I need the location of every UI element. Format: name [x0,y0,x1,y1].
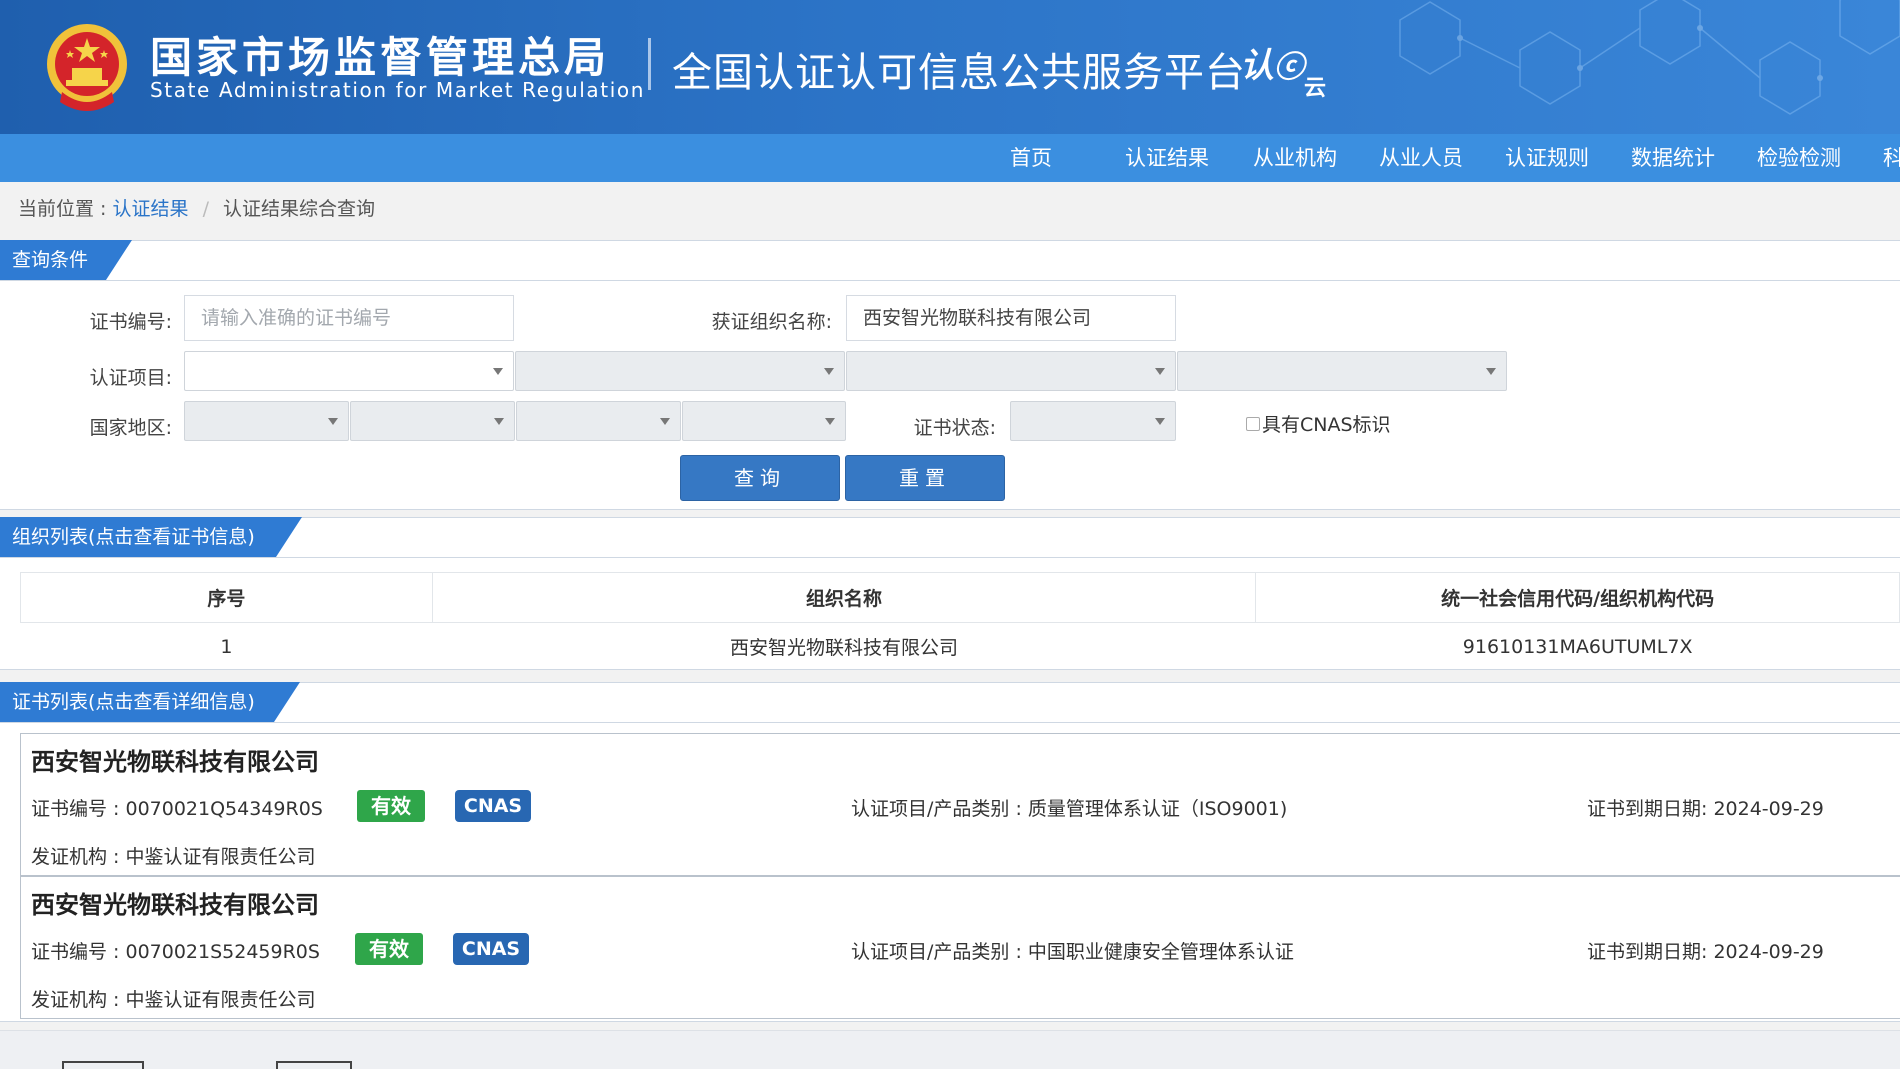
qr-code-icon [276,1061,352,1069]
search-button[interactable]: 查询 [680,455,840,501]
query-section-title: 查询条件 [0,240,132,280]
org-table-header-row: 序号 组织名称 统一社会信用代码/组织机构代码 [20,572,1900,623]
col-header-index: 序号 [20,572,433,623]
cert-list-section-title: 证书列表(点击查看详细信息) [0,682,300,722]
breadcrumb-current: 认证结果综合查询 [223,198,376,220]
panel-divider [0,280,1900,281]
org-name-input[interactable]: 西安智光物联科技有限公司 [846,295,1176,341]
breadcrumb: 当前位置 : 认证结果 / 认证结果综合查询 [18,194,375,221]
panel-divider [0,557,1900,558]
query-panel: 查询条件 证书编号: 获证组织名称: 西安智光物联科技有限公司 认证项目: 国家… [0,240,1900,510]
cnas-checkbox-label: 具有CNAS标识 [1262,414,1391,436]
org-table: 序号 组织名称 统一社会信用代码/组织机构代码 1 西安智光物联科技有限公司 9… [20,572,1900,671]
nav-item-institutions[interactable]: 从业机构 [1253,134,1379,182]
chevron-down-icon [494,418,504,425]
main-nav: 首页 认证结果 从业机构 从业人员 认证规则 数据统计 检验检测 科技 [0,134,1900,182]
region-select-2[interactable] [350,401,515,441]
breadcrumb-link-cert-results[interactable]: 认证结果 [113,198,189,220]
renyun-logo: 认ⓒ云 [1240,38,1326,101]
row-index: 1 [220,635,233,658]
org-list-section-title: 组织列表(点击查看证书信息) [0,517,302,557]
cert-card[interactable]: 西安智光物联科技有限公司 证书编号 : 0070021S52459R0S 有效 … [20,876,1900,1019]
cnas-checkbox-wrap[interactable]: 具有CNAS标识 [1246,410,1391,437]
cert-number: 证书编号 : 0070021S52459R0S [31,941,320,963]
region-select-3[interactable] [516,401,681,441]
nav-item-cert-results[interactable]: 认证结果 [1125,134,1253,182]
national-emblem-icon [47,24,127,111]
cert-expire-date: 证书到期日期: 2024-09-29 [1587,798,1824,820]
panel-divider [0,722,1900,723]
cert-issuer: 发证机构 : 中鉴认证有限责任公司 [31,989,316,1011]
status-badge-valid: 有效 [355,933,423,965]
agency-name-cn: 国家市场监督管理总局 [150,33,611,82]
nav-item-rules[interactable]: 认证规则 [1505,134,1631,182]
nav-item-statistics[interactable]: 数据统计 [1631,134,1757,182]
nav-item-tech[interactable]: 科技 [1883,134,1900,182]
chevron-down-icon [660,418,670,425]
cnas-badge: CNAS [455,790,531,822]
nav-item-inspection[interactable]: 检验检测 [1757,134,1883,182]
chevron-down-icon [493,368,503,375]
qr-code-icon [62,1061,144,1069]
chevron-down-icon [1155,418,1165,425]
chevron-down-icon [825,418,835,425]
cnas-badge: CNAS [453,933,529,965]
region-select-1[interactable] [184,401,349,441]
logo-text-main: 认 [1240,46,1274,86]
cert-issuer: 发证机构 : 中鉴认证有限责任公司 [31,846,316,868]
row-org-name[interactable]: 西安智光物联科技有限公司 [432,623,1256,671]
platform-title: 全国认证认可信息公共服务平台 [672,50,1246,96]
project-select-4[interactable] [1177,351,1507,391]
cert-no-label: 证书编号: [89,311,172,333]
project-label: 认证项目: [89,367,172,389]
cnas-checkbox[interactable] [1246,416,1260,431]
chevron-down-icon [1155,368,1165,375]
chevron-down-icon [328,418,338,425]
site-header: 国家市场监督管理总局 State Administration for Mark… [0,0,1900,134]
header-divider [648,38,651,90]
cert-org-name[interactable]: 西安智光物联科技有限公司 [31,742,319,777]
status-select[interactable] [1010,401,1176,441]
cert-project: 认证项目/产品类别 : 质量管理体系认证（ISO9001) [851,798,1288,820]
project-select-2[interactable] [515,351,845,391]
cert-project: 认证项目/产品类别 : 中国职业健康安全管理体系认证 [851,941,1294,963]
status-badge-valid: 有效 [357,790,425,822]
cert-list-panel: 证书列表(点击查看详细信息) 西安智光物联科技有限公司 证书编号 : 00700… [0,682,1900,1022]
cert-card[interactable]: 西安智光物联科技有限公司 证书编号 : 0070021Q54349R0S 有效 … [20,733,1900,876]
row-credit-code: 91610131MA6UTUML7X [1462,635,1693,658]
cert-number: 证书编号 : 0070021Q54349R0S [31,798,323,820]
cert-expire-date: 证书到期日期: 2024-09-29 [1587,941,1824,963]
chevron-down-icon [824,368,834,375]
region-select-4[interactable] [682,401,846,441]
col-header-org-name: 组织名称 [431,572,1257,623]
org-name-label: 获证组织名称: [711,311,832,333]
logo-text-sub: 云 [1304,76,1327,101]
breadcrumb-separator: / [202,198,209,220]
page-footer [0,1030,1900,1069]
hexagon-pattern-decoration [1399,0,1900,115]
reset-button[interactable]: 重置 [845,455,1005,501]
chevron-down-icon [1486,368,1496,375]
agency-name-en: State Administration for Market Regulati… [150,78,645,102]
status-label: 证书状态: [913,417,996,439]
col-header-credit-code: 统一社会信用代码/组织机构代码 [1255,572,1900,623]
nav-item-home[interactable]: 首页 [1010,134,1100,182]
org-list-panel: 组织列表(点击查看证书信息) 序号 组织名称 统一社会信用代码/组织机构代码 1… [0,517,1900,670]
logo-swirl-icon: ⓒ [1274,50,1304,85]
project-select-3[interactable] [846,351,1176,391]
region-label: 国家地区: [89,417,172,439]
table-row[interactable]: 1 西安智光物联科技有限公司 91610131MA6UTUML7X [21,623,1900,671]
breadcrumb-label: 当前位置 : [18,198,107,220]
nav-item-personnel[interactable]: 从业人员 [1379,134,1505,182]
cert-no-input[interactable] [184,295,514,341]
cert-org-name[interactable]: 西安智光物联科技有限公司 [31,885,319,920]
project-select-1[interactable] [184,351,514,391]
